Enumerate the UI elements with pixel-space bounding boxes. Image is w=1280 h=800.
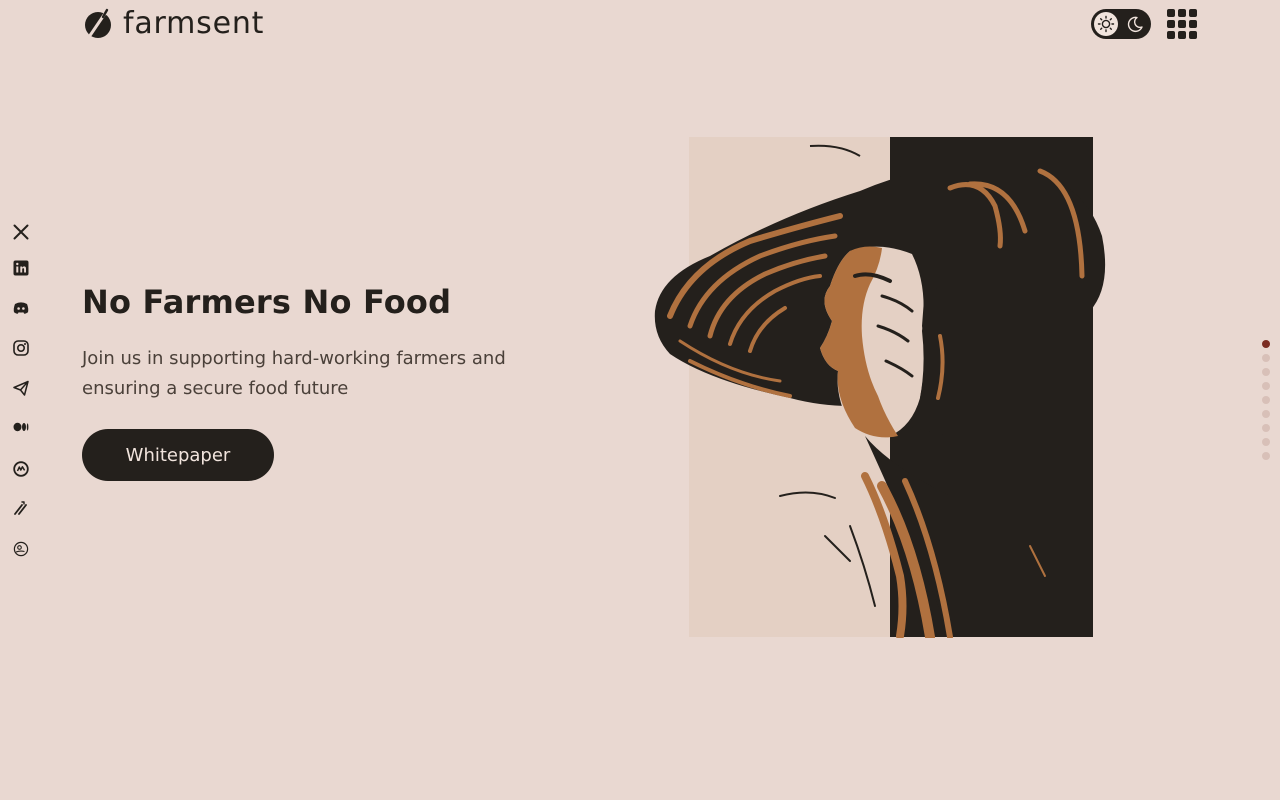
social-link-slash[interactable] — [10, 497, 32, 519]
pagination-dot[interactable] — [1262, 354, 1270, 362]
telegram-icon — [13, 380, 29, 396]
social-link-coinmarketcap[interactable] — [10, 458, 32, 480]
apps-menu-button[interactable] — [1167, 9, 1197, 39]
discord-icon — [13, 302, 29, 314]
theme-toggle-knob — [1094, 12, 1118, 36]
pagination-dot[interactable] — [1262, 452, 1270, 460]
coingecko-icon — [13, 541, 29, 557]
sun-icon — [1097, 15, 1115, 33]
slash-logo-icon — [14, 501, 27, 515]
linkedin-icon — [13, 260, 29, 276]
social-link-coingecko[interactable] — [10, 538, 32, 560]
grid-menu-icon — [1167, 9, 1197, 39]
social-link-linkedin[interactable] — [10, 257, 32, 279]
hero-title: No Farmers No Food — [82, 283, 452, 321]
instagram-icon — [13, 340, 29, 356]
farmer-illustration — [654, 137, 1106, 638]
farmsent-logo-icon — [85, 8, 111, 38]
social-link-instagram[interactable] — [10, 337, 32, 359]
moon-icon — [1127, 16, 1143, 33]
pagination-dot[interactable] — [1262, 410, 1270, 418]
theme-toggle[interactable] — [1091, 9, 1151, 39]
social-link-telegram[interactable] — [10, 377, 32, 399]
medium-icon — [13, 422, 29, 432]
whitepaper-button[interactable]: Whitepaper — [82, 429, 274, 481]
social-link-medium[interactable] — [10, 416, 32, 438]
pagination-dot[interactable] — [1262, 424, 1270, 432]
pagination-dot[interactable] — [1262, 396, 1270, 404]
social-link-x[interactable] — [10, 221, 32, 243]
pagination-dot[interactable] — [1262, 382, 1270, 390]
pagination-dot[interactable] — [1262, 340, 1270, 348]
social-link-discord[interactable] — [10, 297, 32, 319]
hero-subtitle: Join us in supporting hard-working farme… — [82, 348, 506, 399]
pagination-dot[interactable] — [1262, 368, 1270, 376]
coinmarketcap-icon — [13, 461, 29, 477]
brand-logo[interactable]: farmsent — [82, 6, 264, 42]
x-twitter-icon — [13, 224, 29, 240]
pagination-dot[interactable] — [1262, 438, 1270, 446]
brand-name: farmsent — [123, 6, 265, 41]
